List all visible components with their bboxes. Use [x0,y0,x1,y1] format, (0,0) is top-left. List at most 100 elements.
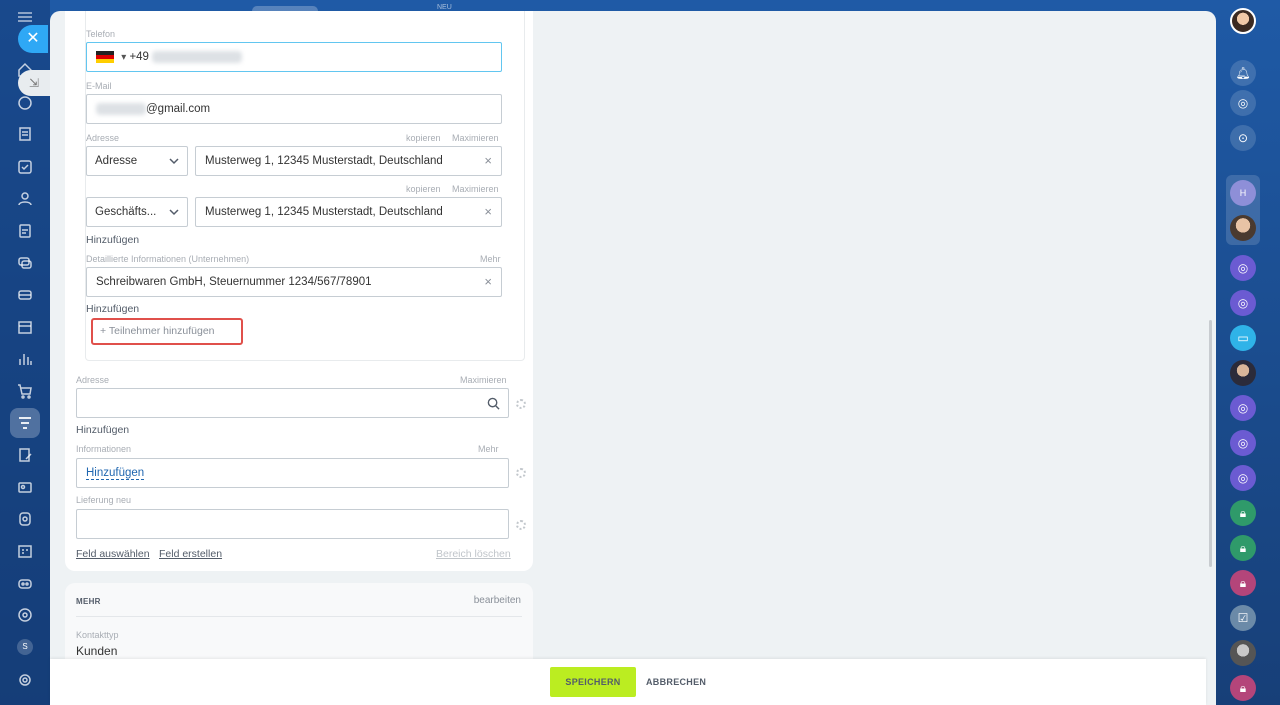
contact-card: Telefon ▾ +49 E-Mail @gmail.com Adresse … [65,11,533,571]
openline-chat-icon[interactable]: ◎ [1230,395,1256,421]
robot-icon[interactable] [17,575,33,591]
calendar-icon[interactable] [17,319,33,335]
add-address-link[interactable]: Hinzufügen [86,234,139,246]
schedule-icon[interactable] [17,543,33,559]
lock-icon[interactable]: 🔒︎ [1230,570,1256,596]
tasks-icon[interactable] [17,159,33,175]
minimize-slider-button[interactable]: ⇲ [18,70,50,96]
contact-type-label: Kontakttyp [76,630,119,640]
maximize-address-link-1[interactable]: Maximieren [452,133,499,143]
openline-chat-icon[interactable]: ◎ [1230,290,1256,316]
openlines-icon[interactable]: ◎ [1230,90,1256,116]
bell-icon[interactable]: 🔔︎ [1230,60,1256,86]
drive-icon[interactable] [17,287,33,303]
address-type-select-2[interactable]: Geschäfts... [86,197,188,227]
document-icon[interactable] [17,126,33,142]
lock-icon[interactable]: 🔒︎ [1230,535,1256,561]
openline-chat-icon[interactable]: ◎ [1230,465,1256,491]
save-button[interactable]: SPEICHERN [550,667,636,697]
analytics-icon[interactable] [17,351,33,367]
shop-cart-icon[interactable] [17,383,33,399]
address-value: Musterweg 1, 12345 Musterstadt, Deutschl… [205,206,443,218]
contact-type-value[interactable]: Kunden [76,644,117,658]
add-address2-link[interactable]: Hinzufügen [76,424,129,436]
menu-icon[interactable] [18,12,32,22]
details-more-link[interactable]: Mehr [480,254,501,264]
chat-bubble-icon[interactable]: ▭ [1230,325,1256,351]
information-add-link[interactable]: Hinzufügen [86,467,145,480]
field-settings-icon[interactable] [516,468,526,478]
information-field[interactable]: Hinzufügen [76,458,509,488]
email-user-blurred [96,102,146,115]
germany-flag-icon[interactable] [96,50,114,63]
group-chat-avatar[interactable]: H [1230,180,1256,206]
user-avatar[interactable] [1230,8,1256,34]
files-icon[interactable] [17,223,33,239]
scrollbar[interactable] [1209,320,1212,567]
email-label: E-Mail [86,81,112,91]
chevron-down-icon [169,158,179,165]
target-icon[interactable] [17,511,33,527]
phone-prefix: +49 [129,51,149,63]
address-input-2[interactable]: Musterweg 1, 12345 Musterstadt, Deutschl… [195,197,502,227]
contact-avatar[interactable] [1230,360,1256,386]
more-section-title: MEHR [76,597,101,606]
edit-doc-icon[interactable] [17,447,33,463]
add-details-link[interactable]: Hinzufügen [86,303,139,315]
maximize-address2-link[interactable]: Maximieren [460,375,507,385]
email-domain: @gmail.com [146,103,211,115]
create-field-link[interactable]: Feld erstellen [159,548,222,560]
information-label: Informationen [76,444,132,454]
openline-chat-icon[interactable]: ◎ [1230,255,1256,281]
divider [76,616,522,617]
copy-address-link-1[interactable]: kopieren [406,133,441,143]
address-type-select-1[interactable]: Adresse [86,146,188,176]
contacts-icon[interactable] [17,191,33,207]
search-icon[interactable] [487,397,500,410]
clear-icon[interactable]: × [484,268,492,296]
chat-icon[interactable] [17,95,33,111]
chevron-down-icon [169,209,179,216]
address-label: Adresse [86,133,120,143]
clear-icon[interactable]: × [484,198,492,226]
contact-avatar[interactable] [1230,640,1256,666]
cancel-button[interactable]: ABBRECHEN [646,667,706,697]
delivery-input[interactable] [76,509,509,539]
address-input-1[interactable]: Musterweg 1, 12345 Musterstadt, Deutschl… [195,146,502,176]
email-input[interactable]: @gmail.com [86,94,502,124]
phone-input[interactable]: ▾ +49 [86,42,502,72]
messages-icon[interactable] [17,255,33,271]
crm-funnel-icon[interactable] [17,415,33,431]
search-chat-icon[interactable]: ⊙ [1230,125,1256,151]
settings-icon[interactable] [17,672,33,688]
clear-icon[interactable]: × [484,147,492,175]
address2-input[interactable] [76,388,509,418]
lock-icon[interactable]: 🔒︎ [1230,675,1256,701]
new-badge: NEU [437,4,452,11]
phone-label: Telefon [86,29,116,39]
information-more-link[interactable]: Mehr [478,444,499,454]
openline-chat-icon[interactable]: ◎ [1230,430,1256,456]
field-settings-icon[interactable] [516,399,526,409]
user-initial-badge[interactable]: S [17,639,33,655]
lock-icon[interactable]: 🔒︎ [1230,500,1256,526]
field-settings-icon[interactable] [516,520,526,530]
delete-section-link[interactable]: Bereich löschen [436,548,511,560]
phone-number-blurred [152,50,243,63]
copy-address-link-2[interactable]: kopieren [406,184,441,194]
goal-icon[interactable] [17,607,33,623]
task-check-icon[interactable]: ☑ [1230,605,1256,631]
maximize-address-link-2[interactable]: Maximieren [452,184,499,194]
edit-slider-panel: Telefon ▾ +49 E-Mail @gmail.com Adresse … [50,11,1216,705]
contact-avatar[interactable] [1230,215,1256,241]
address-value: Musterweg 1, 12345 Musterstadt, Deutschl… [205,155,443,167]
address2-label: Adresse [76,375,110,385]
action-bar: SPEICHERN ABBRECHEN [50,659,1206,705]
close-slider-button[interactable]: ✕ [18,25,48,53]
add-participant-button[interactable]: + Teilnehmer hinzufügen [91,318,243,345]
edit-section-link[interactable]: bearbeiten [474,595,521,606]
details-input[interactable]: Schreibwaren GmbH, Steuernummer 1234/567… [86,267,502,297]
select-field-link[interactable]: Feld auswählen [76,548,150,560]
card-icon[interactable] [17,479,33,495]
details-value: Schreibwaren GmbH, Steuernummer 1234/567… [96,276,372,288]
